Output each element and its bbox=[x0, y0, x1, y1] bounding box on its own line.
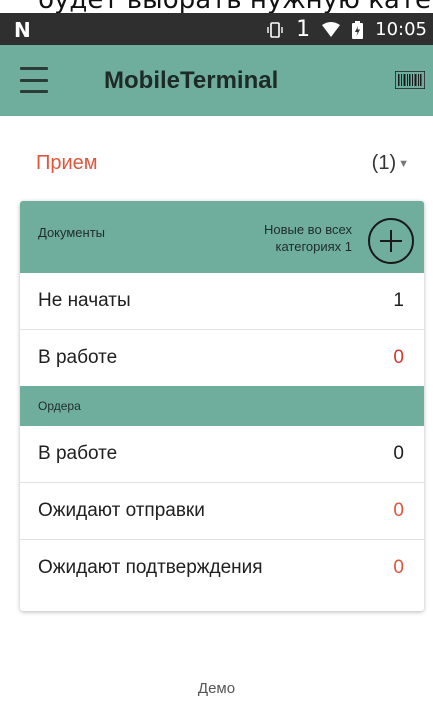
new-documents-note: Новые во всех категориях 1 bbox=[222, 221, 352, 255]
row-label: Ожидают подтверждения bbox=[38, 557, 263, 578]
row-value: 0 bbox=[393, 347, 404, 368]
wifi-icon bbox=[322, 21, 341, 37]
row-value: 0 bbox=[393, 500, 404, 521]
caption-strip: будет выбрать нужную кате bbox=[0, 0, 433, 13]
section-title: Прием bbox=[36, 152, 98, 174]
dropdown-caret-icon: ▼ bbox=[398, 157, 409, 170]
sim-indicator: 1 bbox=[296, 17, 311, 42]
new-documents-line1: Новые во всех bbox=[263, 222, 352, 237]
add-document-button[interactable] bbox=[368, 218, 414, 264]
row-label: Не начаты bbox=[38, 290, 131, 311]
section-count-dropdown[interactable]: (1) ▼ bbox=[372, 152, 409, 175]
row-value: 0 bbox=[393, 443, 404, 464]
app-title: MobileTerminal bbox=[104, 67, 279, 94]
orders-group-header: Ордера bbox=[20, 386, 424, 426]
menu-icon[interactable] bbox=[20, 67, 48, 93]
summary-card: Документы Новые во всех категориях 1 Не … bbox=[20, 201, 424, 611]
status-bar: N 1 10:05 bbox=[0, 13, 433, 45]
app-bar: MobileTerminal bbox=[0, 45, 433, 116]
new-documents-line2: категориях 1 bbox=[275, 239, 352, 254]
documents-group-label: Документы bbox=[38, 225, 106, 240]
row-label: Ожидают отправки bbox=[38, 500, 205, 521]
orders-group-label: Ордера bbox=[38, 399, 81, 413]
section-count-value: (1) bbox=[371, 152, 397, 174]
row-label: В работе bbox=[38, 443, 118, 464]
documents-row-in-progress[interactable]: В работе 0 bbox=[20, 330, 424, 386]
notification-n-icon: N bbox=[14, 18, 31, 42]
battery-icon bbox=[352, 20, 364, 39]
orders-row-awaiting-confirmation[interactable]: Ожидают подтверждения 0 bbox=[20, 540, 424, 596]
section-header: Прием (1) ▼ bbox=[36, 146, 409, 182]
status-icons: 1 10:05 bbox=[266, 17, 427, 42]
row-label: В работе bbox=[38, 347, 118, 368]
orders-row-in-progress[interactable]: В работе 0 bbox=[20, 426, 424, 483]
status-time: 10:05 bbox=[375, 19, 427, 40]
documents-row-not-started[interactable]: Не начаты 1 bbox=[20, 273, 424, 330]
footer-demo-label: Демо bbox=[197, 680, 236, 697]
documents-group-header: Документы Новые во всех категориях 1 bbox=[20, 201, 424, 273]
row-value: 1 bbox=[393, 290, 404, 311]
vibrate-icon bbox=[267, 21, 283, 38]
orders-row-awaiting-shipment[interactable]: Ожидают отправки 0 bbox=[20, 483, 424, 540]
row-value: 0 bbox=[393, 557, 404, 578]
barcode-icon[interactable] bbox=[395, 71, 425, 89]
caption-text: будет выбрать нужную кате bbox=[38, 0, 431, 13]
